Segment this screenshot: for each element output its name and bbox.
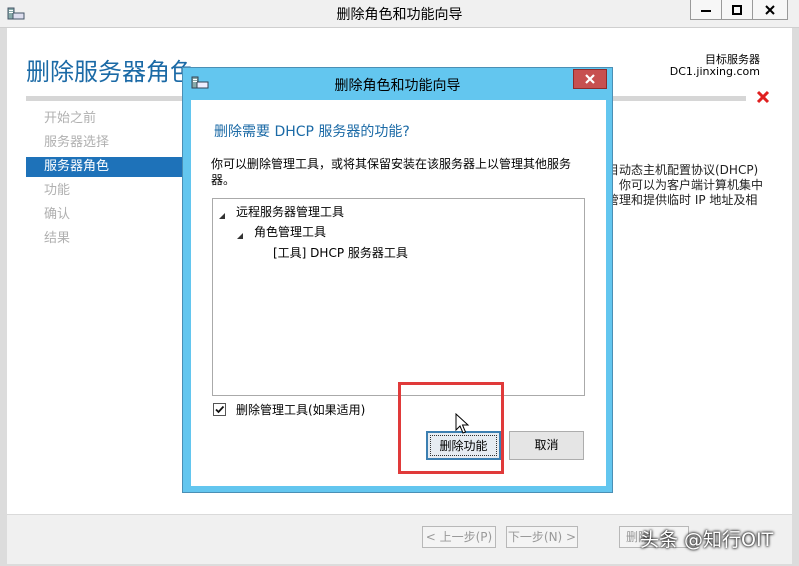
tree-item[interactable]: 远程服务器管理工具 — [236, 204, 344, 220]
target-server-value: DC1.jinxing.com — [669, 65, 760, 78]
minimize-button[interactable] — [690, 0, 722, 20]
tree-item[interactable]: 角色管理工具 — [254, 224, 326, 240]
nav-item-server-selection[interactable]: 服务器选择 — [26, 133, 186, 153]
remove-tools-checkbox[interactable] — [213, 403, 226, 416]
role-description-line: 目动态主机配置协议(DHCP) — [607, 163, 759, 177]
cancel-button[interactable]: 取消 — [509, 431, 584, 460]
nav-item-results[interactable]: 结果 — [26, 229, 186, 249]
role-description-line: 管理和提供临时 IP 地址及相 — [607, 193, 758, 207]
previous-button[interactable]: < 上一步(P) — [422, 526, 496, 548]
annotation-highlight-box — [398, 382, 504, 474]
watermark: 头条 @知行OIT — [640, 529, 774, 551]
nav-item-server-roles[interactable]: 服务器角色 — [26, 157, 186, 177]
expanded-caret-icon[interactable] — [218, 209, 226, 219]
window-title: 删除角色和功能向导 — [336, 7, 463, 23]
dialog-title: 删除角色和功能向导 — [334, 78, 461, 94]
nav-item-features[interactable]: 功能 — [26, 181, 186, 201]
nav-item-confirmation[interactable]: 确认 — [26, 205, 186, 225]
dialog-close-button[interactable] — [573, 69, 607, 89]
page-title: 删除服务器角色 — [26, 58, 194, 86]
feature-tree[interactable]: 远程服务器管理工具 角色管理工具 [工具] DHCP 服务器工具 — [212, 198, 585, 396]
error-x-icon[interactable] — [756, 90, 770, 104]
nav-item-before-you-begin[interactable]: 开始之前 — [26, 109, 186, 129]
expanded-caret-icon[interactable] — [236, 229, 244, 239]
outer-title-bar: 删除角色和功能向导 — [0, 0, 799, 28]
checkbox-label: 删除管理工具(如果适用) — [236, 403, 366, 417]
close-button[interactable] — [752, 0, 788, 20]
tree-item[interactable]: [工具] DHCP 服务器工具 — [273, 245, 408, 261]
mouse-pointer-icon — [455, 412, 471, 435]
maximize-button[interactable] — [721, 0, 753, 20]
dialog-message: 你可以删除管理工具，或将其保留安装在该服务器上以管理其他服务器。 — [211, 157, 572, 187]
dialog-heading: 删除需要 DHCP 服务器的功能? — [214, 124, 410, 140]
role-description-line: ，你可以为客户端计算机集中 — [607, 178, 764, 192]
next-button[interactable]: 下一步(N) > — [506, 526, 578, 548]
